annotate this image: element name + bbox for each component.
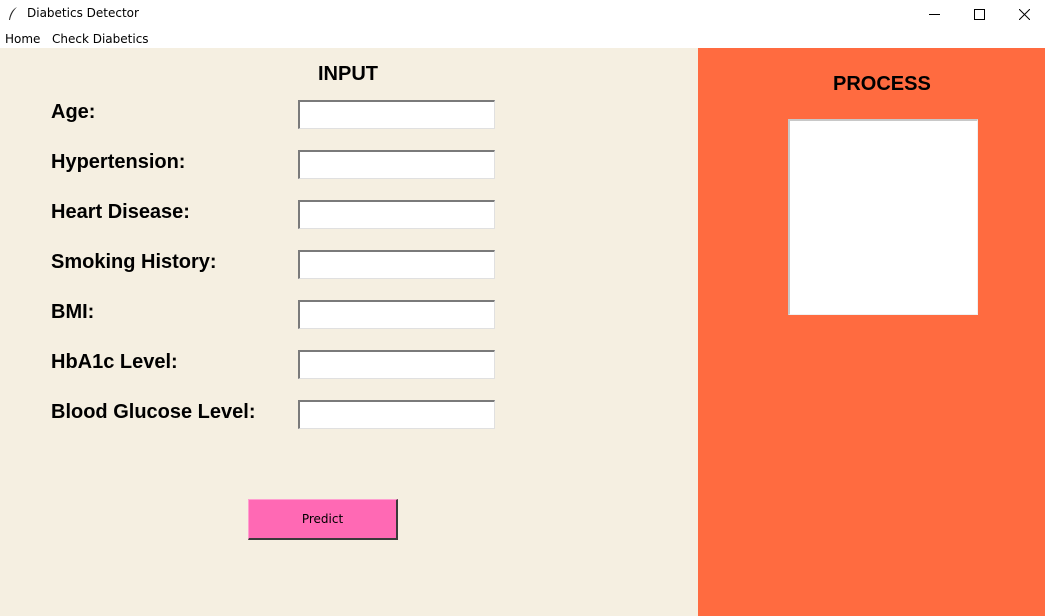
bmi-label: BMI: xyxy=(51,301,95,323)
bmi-input[interactable] xyxy=(298,300,495,329)
minimize-button[interactable] xyxy=(912,0,957,29)
menu-home[interactable]: Home xyxy=(5,32,40,46)
blood-glucose-level-input[interactable] xyxy=(298,400,495,429)
menu-bar: Home Check Diabetics xyxy=(0,29,1045,48)
heart-disease-label: Heart Disease: xyxy=(51,201,190,223)
blood-glucose-level-label: Blood Glucose Level: xyxy=(51,401,256,423)
close-button[interactable] xyxy=(1002,0,1045,29)
input-panel: INPUT Age: Hypertension: Heart Disease: … xyxy=(0,48,698,616)
close-icon xyxy=(1019,9,1030,20)
input-title: INPUT xyxy=(318,63,378,85)
age-label: Age: xyxy=(51,101,96,123)
age-input[interactable] xyxy=(298,100,495,129)
process-panel: PROCESS xyxy=(698,48,1045,616)
hypertension-input[interactable] xyxy=(298,150,495,179)
process-output-box xyxy=(788,119,978,315)
hypertension-label: Hypertension: xyxy=(51,151,186,173)
feather-icon xyxy=(9,7,17,20)
menu-check-diabetics[interactable]: Check Diabetics xyxy=(52,32,149,46)
minimize-icon xyxy=(929,14,940,15)
smoking-history-label: Smoking History: xyxy=(51,251,217,273)
hba1c-level-input[interactable] xyxy=(298,350,495,379)
maximize-button[interactable] xyxy=(957,0,1002,29)
maximize-icon xyxy=(974,9,985,20)
title-bar: Diabetics Detector xyxy=(0,0,1045,29)
smoking-history-input[interactable] xyxy=(298,250,495,279)
predict-button[interactable]: Predict xyxy=(248,499,398,540)
window-title: Diabetics Detector xyxy=(27,6,139,20)
hba1c-level-label: HbA1c Level: xyxy=(51,351,178,373)
heart-disease-input[interactable] xyxy=(298,200,495,229)
process-title: PROCESS xyxy=(833,73,931,95)
